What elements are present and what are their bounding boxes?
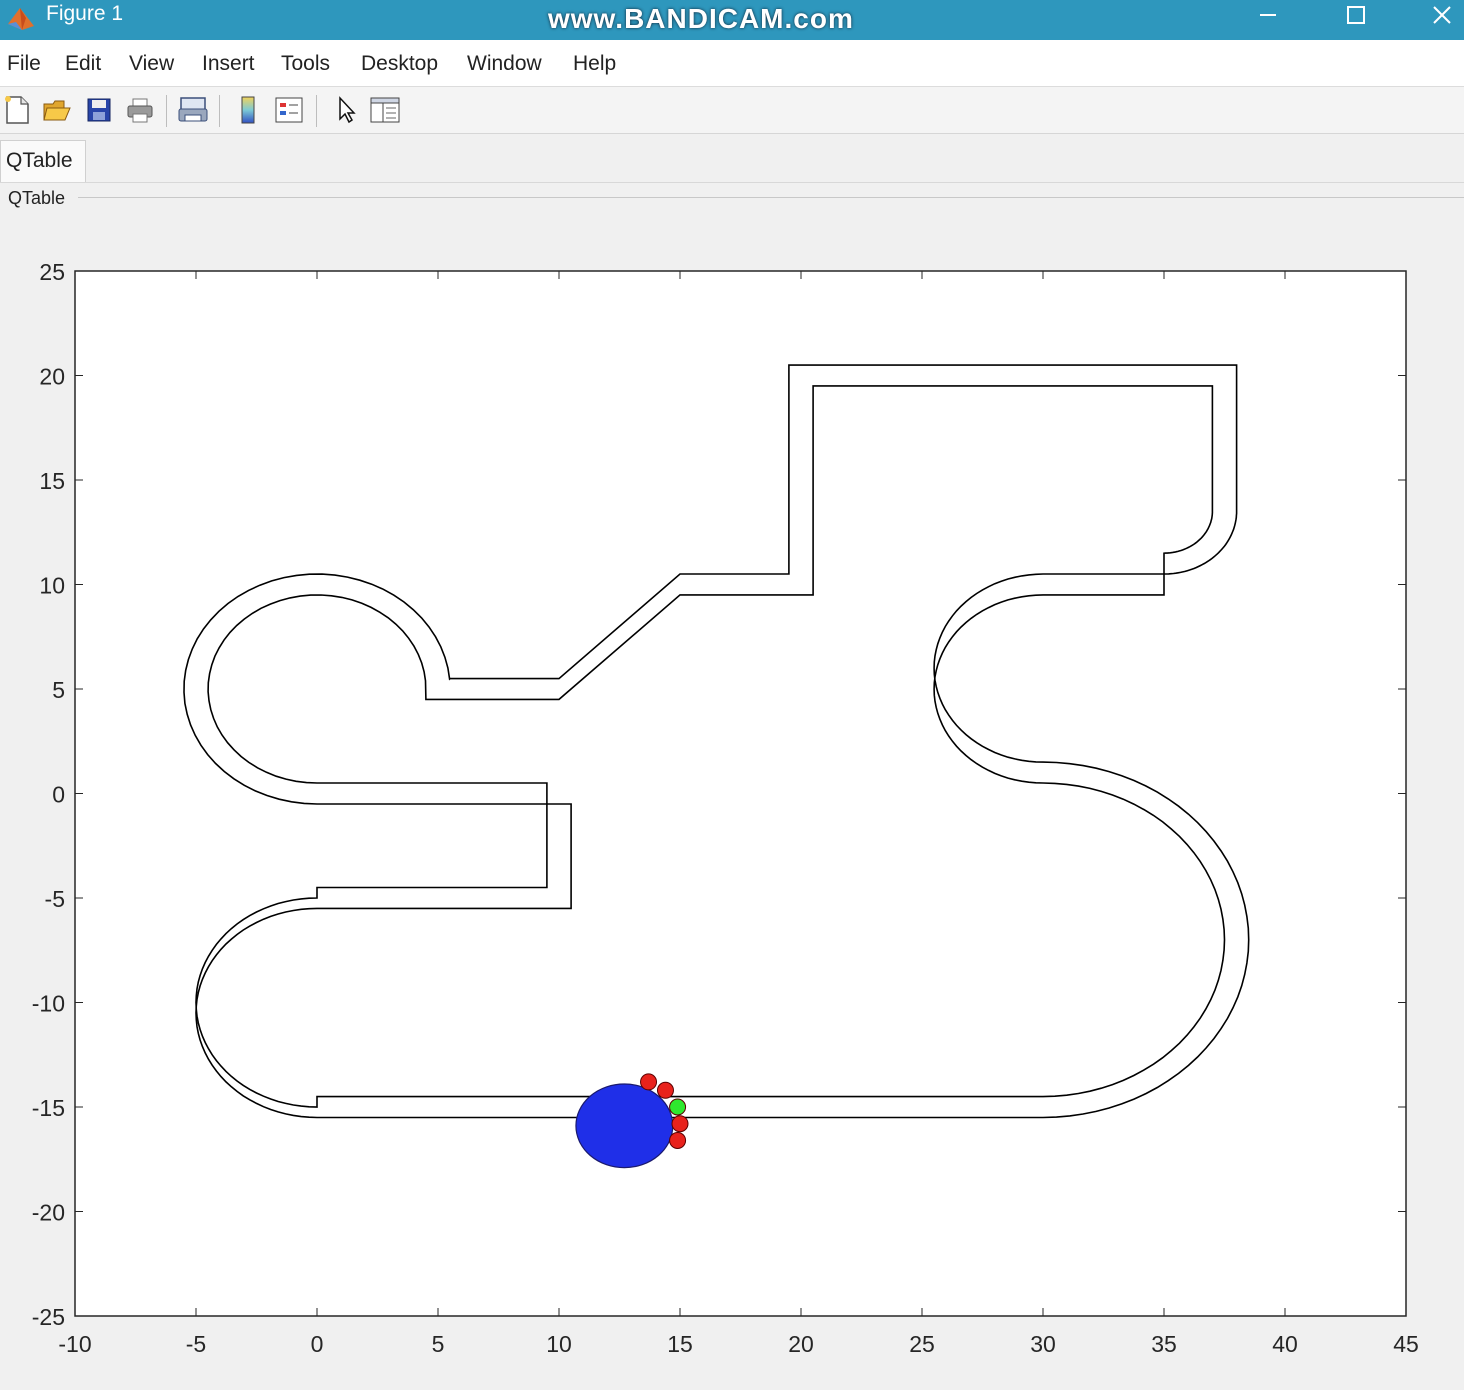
menu-bar: File Edit View Insert Tools Desktop Wind… xyxy=(0,40,1464,87)
x-tick-label: 45 xyxy=(1393,1331,1419,1357)
print-icon xyxy=(127,98,153,123)
x-tick-label: 0 xyxy=(311,1331,324,1357)
recorder-watermark: www.BANDICAM.com xyxy=(548,3,854,34)
toolbar-separator xyxy=(219,95,220,127)
toolbar-separator xyxy=(316,95,317,127)
y-tick-label: -15 xyxy=(32,1095,65,1121)
window-titlebar: Figure 1 www.BANDICAM.com xyxy=(0,0,1464,40)
new-figure-icon xyxy=(5,96,29,124)
y-tick-label: -20 xyxy=(32,1200,65,1226)
save-button[interactable] xyxy=(82,93,116,127)
print-button[interactable] xyxy=(123,93,157,127)
menu-help[interactable]: Help xyxy=(573,52,616,76)
close-button[interactable] xyxy=(1414,0,1464,30)
tab-strip: QTable xyxy=(0,134,1464,183)
legend-icon xyxy=(275,97,303,123)
matlab-logo-icon xyxy=(8,8,34,30)
open-file-icon xyxy=(43,100,71,121)
colorbar-icon xyxy=(241,96,255,124)
robot-body xyxy=(575,1083,674,1169)
y-tick-label: -5 xyxy=(45,886,65,912)
x-tick-label: 15 xyxy=(667,1331,693,1357)
insert-legend-button[interactable] xyxy=(272,93,306,127)
minimize-icon xyxy=(1260,14,1276,16)
x-tick-label: 35 xyxy=(1151,1331,1177,1357)
plot-area xyxy=(74,270,1407,1317)
menu-view[interactable]: View xyxy=(129,52,174,76)
figure-toolbar xyxy=(0,87,1464,134)
y-tick-label: 0 xyxy=(52,782,65,808)
x-tick-label: 30 xyxy=(1030,1331,1056,1357)
menu-window[interactable]: Window xyxy=(467,52,542,76)
tab-qtable[interactable]: QTable xyxy=(0,140,86,182)
x-tick-label: 5 xyxy=(432,1331,445,1357)
x-tick-label: 40 xyxy=(1272,1331,1298,1357)
x-tick-label: 20 xyxy=(788,1331,814,1357)
y-tick-label: -25 xyxy=(32,1304,65,1330)
panel-border xyxy=(78,197,1464,198)
property-inspector-icon xyxy=(370,97,400,123)
menu-insert[interactable]: Insert xyxy=(202,52,255,76)
close-icon xyxy=(1433,6,1451,24)
maximize-button[interactable] xyxy=(1328,0,1384,30)
menu-desktop[interactable]: Desktop xyxy=(361,52,438,76)
menu-tools[interactable]: Tools xyxy=(281,52,330,76)
y-tick-label: -10 xyxy=(32,991,65,1017)
menu-edit[interactable]: Edit xyxy=(65,52,101,76)
y-tick-label: 25 xyxy=(39,259,65,285)
link-plot-button[interactable] xyxy=(176,93,210,127)
open-file-button[interactable] xyxy=(40,93,74,127)
toolbar-separator xyxy=(166,95,167,127)
robot-sensor xyxy=(671,1115,689,1133)
y-tick-label: 20 xyxy=(39,364,65,390)
property-inspector-button[interactable] xyxy=(368,93,402,127)
robot-sensor xyxy=(640,1073,658,1091)
y-tick-label: 15 xyxy=(39,468,65,494)
new-figure-button[interactable] xyxy=(0,93,34,127)
maximize-icon xyxy=(1347,6,1365,24)
y-tick-label: 5 xyxy=(52,677,65,703)
insert-colorbar-button[interactable] xyxy=(231,93,265,127)
x-tick-label: 25 xyxy=(909,1331,935,1357)
x-tick-label: -5 xyxy=(186,1331,206,1357)
x-tick-label: 10 xyxy=(546,1331,572,1357)
save-icon xyxy=(87,98,111,122)
track-plot: -10 -5 0 5 10 15 20 25 30 35 40 45 25 20 15 10 5 0 -5 -10 -1… xyxy=(32,259,1419,1357)
robot-sensor xyxy=(669,1098,687,1116)
link-plot-icon xyxy=(178,97,208,122)
y-tick-label: 10 xyxy=(39,573,65,599)
x-tick-label: -10 xyxy=(58,1331,91,1357)
pointer-icon xyxy=(339,96,356,124)
menu-file[interactable]: File xyxy=(7,52,41,76)
robot-sensor xyxy=(656,1081,674,1099)
robot-sensor xyxy=(669,1131,687,1149)
minimize-button[interactable] xyxy=(1240,0,1296,30)
edit-plot-button[interactable] xyxy=(329,93,363,127)
window-title: Figure 1 xyxy=(46,2,124,25)
